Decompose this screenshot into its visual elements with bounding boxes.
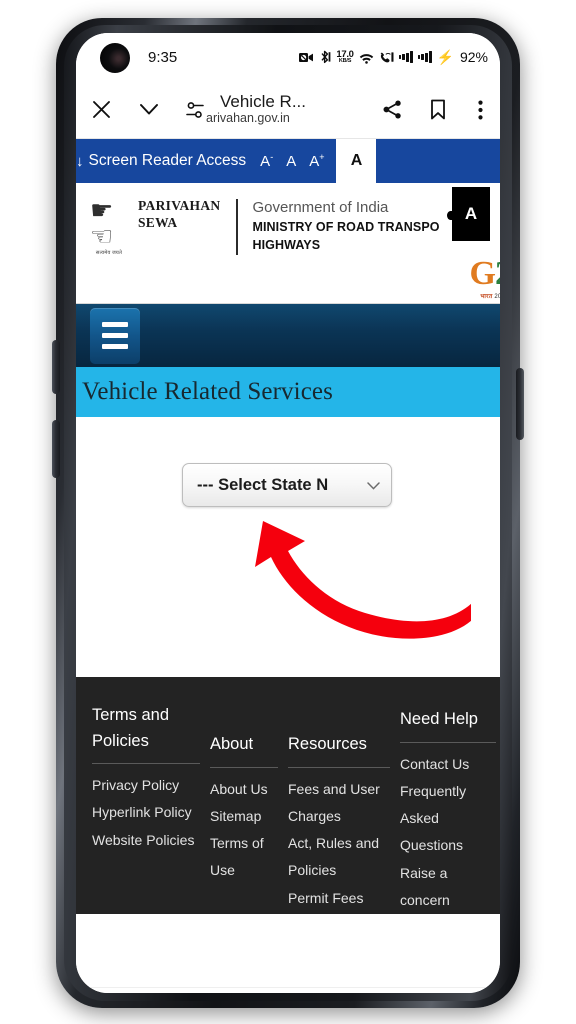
footer-column-resources: Resources Fees and User Charges Act, Rul… <box>288 703 400 914</box>
page-title-banner: Vehicle Related Services <box>76 367 500 417</box>
close-icon[interactable] <box>76 100 126 119</box>
footer-heading: Need Help <box>400 710 478 728</box>
chevron-down-icon <box>367 478 380 493</box>
header-divider <box>236 199 239 255</box>
state-select[interactable]: --- Select State N <box>182 463 392 507</box>
hamburger-menu-icon[interactable] <box>90 307 140 364</box>
front-camera-punch-hole <box>100 43 130 73</box>
battery-percentage: 92% <box>459 49 488 65</box>
page-url: arivahan.gov.in <box>206 110 290 125</box>
footer-link[interactable]: Hyperlink Policy <box>92 799 200 826</box>
vowifi-call-icon <box>379 51 394 64</box>
screen-reader-access-link[interactable]: ↓ Screen Reader Access <box>76 152 246 170</box>
browser-toolbar: Vehicle R... arivahan.gov.in <box>76 81 500 139</box>
ashoka-pillar-glyph: ☛☜ <box>90 195 114 251</box>
footer-link[interactable]: Contact Us <box>400 751 496 778</box>
page-body: --- Select State N <box>76 417 500 677</box>
footer-link[interactable]: Raise a concern <box>400 860 496 915</box>
bookmark-icon[interactable] <box>416 99 460 120</box>
accessibility-floating-widget[interactable]: A <box>447 187 490 241</box>
down-arrow-icon: ↓ <box>76 152 84 170</box>
share-icon[interactable] <box>368 99 416 120</box>
footer-rule <box>92 763 200 765</box>
dnd-icon <box>299 51 314 64</box>
footer-columns: Terms and Policies Privacy Policy Hyperl… <box>76 703 500 914</box>
footer-link[interactable]: Privacy Policy <box>92 772 200 799</box>
phone-screen: 9:35 17.0 KB/S ⚡ 92% Vehicle R... arivah… <box>76 33 500 993</box>
status-icon-group: 17.0 KB/S ⚡ 92% <box>299 33 488 81</box>
signal-sim1-icon <box>398 51 413 63</box>
brand-line-1: PARIVAHAN <box>138 198 221 213</box>
power-button[interactable] <box>516 368 524 440</box>
footer-link[interactable]: About Us <box>210 776 278 803</box>
site-navbar <box>76 303 500 367</box>
g20-wordmark: G 2 <box>470 257 500 291</box>
network-speed-unit: KB/S <box>338 58 352 64</box>
footer-column-about: About About Us Sitemap Terms of Use <box>210 703 288 914</box>
font-size-active-indicator[interactable]: A <box>336 139 377 183</box>
footer-heading: Resources <box>288 735 367 753</box>
state-select-wrapper: --- Select State N <box>182 463 392 507</box>
android-status-bar: 9:35 17.0 KB/S ⚡ 92% <box>76 33 500 81</box>
volume-down-button[interactable] <box>52 420 60 478</box>
volume-up-button[interactable] <box>52 340 60 394</box>
government-header: ☛☜ सत्यमेव जयते PARIVAHAN SEWA Governmen… <box>76 183 500 303</box>
bluetooth-icon <box>319 50 331 64</box>
ministry-line-2: HIGHWAYS <box>252 237 321 252</box>
g20-caption-hindi: भारत <box>480 294 493 300</box>
tab-title: Vehicle R... <box>220 91 306 111</box>
status-clock: 9:35 <box>148 48 178 66</box>
signal-sim2-icon <box>417 51 432 63</box>
screen-reader-label: Screen Reader Access <box>88 152 247 169</box>
tab-title-area[interactable]: Vehicle R... arivahan.gov.in <box>206 91 368 126</box>
footer-link[interactable]: Sitemap <box>210 803 278 830</box>
charging-bolt-icon: ⚡ <box>436 48 454 65</box>
overflow-menu-icon[interactable] <box>460 100 500 120</box>
ministry-text: Government of India MINISTRY OF ROAD TRA… <box>252 197 439 254</box>
state-select-value: --- Select State N <box>197 475 329 494</box>
g20-caption-english: 2023 INDIA <box>494 294 500 300</box>
footer-link[interactable]: Act, Rules and Policies <box>288 830 390 885</box>
red-annotation-arrow <box>255 521 471 639</box>
g20-logo: G 2 भारत 2023 INDIA <box>470 257 500 301</box>
footer-link[interactable]: Frequently Asked Questions <box>400 778 496 860</box>
ministry-line-1: MINISTRY OF ROAD TRANSPO <box>252 219 440 234</box>
parivahan-brand: PARIVAHAN SEWA <box>138 197 220 232</box>
chevron-down-icon[interactable] <box>126 103 172 116</box>
font-normal-button[interactable]: A <box>286 153 296 170</box>
footer-link[interactable]: Fees and User Charges <box>288 776 390 831</box>
g20-digit-2: 2 <box>495 257 500 291</box>
footer-link[interactable]: Terms of Use <box>210 830 278 885</box>
page-title: Vehicle Related Services <box>82 378 333 405</box>
g20-caption: भारत 2023 INDIA <box>480 292 500 300</box>
font-size-controls: A- A A+ <box>260 152 324 170</box>
site-footer: Terms and Policies Privacy Policy Hyperl… <box>76 677 500 915</box>
government-of-india-label: Government of India <box>252 199 389 216</box>
wifi-icon <box>359 51 374 64</box>
font-decrease-button[interactable]: A- <box>260 152 273 170</box>
brand-line-2: SEWA <box>138 215 178 231</box>
footer-column-terms: Terms and Policies Privacy Policy Hyperl… <box>92 703 210 914</box>
footer-link[interactable]: Permit Fees <box>288 885 390 912</box>
national-emblem-icon: ☛☜ सत्यमेव जयते <box>90 197 128 256</box>
footer-link[interactable]: Website Policies <box>92 827 200 854</box>
web-page: ↓ Screen Reader Access A- A A+ A ☛☜ सत्य… <box>76 139 500 915</box>
footer-rule <box>400 741 496 743</box>
screenshot-root: 9:35 17.0 KB/S ⚡ 92% Vehicle R... arivah… <box>0 0 576 1024</box>
screen-reader-bar: ↓ Screen Reader Access A- A A+ A <box>76 139 500 183</box>
font-increase-button[interactable]: A+ <box>309 152 324 170</box>
g20-letter-g: G <box>469 255 496 292</box>
footer-heading: About <box>210 735 254 753</box>
footer-rule <box>210 766 278 768</box>
footer-column-need-help: Need Help Contact Us Frequently Asked Qu… <box>400 703 500 914</box>
browser-viewport[interactable]: ↓ Screen Reader Access A- A A+ A ☛☜ सत्य… <box>76 139 500 987</box>
network-speed-icon: 17.0 KB/S <box>336 49 354 65</box>
footer-rule <box>288 766 390 768</box>
emblem-motto: सत्यमेव जयते <box>95 250 123 256</box>
screen-reader-bar-filler <box>376 139 500 183</box>
footer-heading: Terms and Policies <box>92 706 170 750</box>
android-navigation-bar <box>76 987 500 993</box>
